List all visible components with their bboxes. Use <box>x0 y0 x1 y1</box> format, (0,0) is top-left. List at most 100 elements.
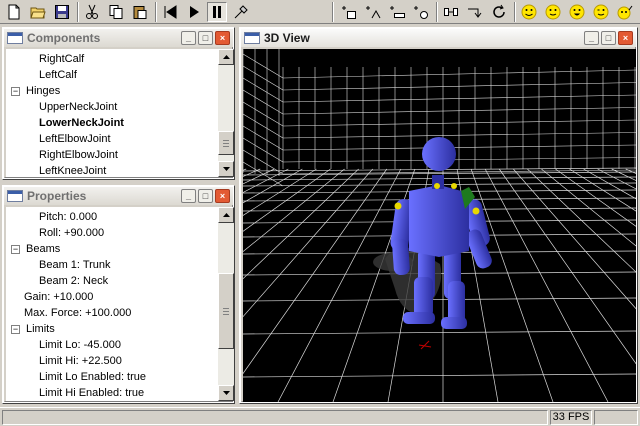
rewind-icon[interactable] <box>160 2 180 22</box>
components-tree[interactable]: RightCalf LeftCalf − Hinges UpperNeckJoint Lo… <box>6 49 218 177</box>
paste-icon[interactable] <box>130 2 150 22</box>
view3d-title-bar[interactable]: 3D View _ □ × <box>241 29 636 47</box>
grid-line <box>277 168 402 402</box>
3d-scene[interactable] <box>243 49 636 402</box>
grid-line <box>282 144 636 151</box>
grid-line <box>243 168 345 253</box>
tree-item-label: UpperNeckJoint <box>39 101 118 113</box>
open-folder-icon[interactable] <box>28 2 48 22</box>
wink-face-icon[interactable] <box>591 2 611 22</box>
robot-neck-joint <box>434 183 440 189</box>
properties-scrollbar[interactable] <box>218 207 234 401</box>
properties-title-bar[interactable]: Properties _ □ × <box>4 187 233 205</box>
properties-panel: Properties _ □ × Pitch: 0.000 Roll: +90.0… <box>2 185 235 404</box>
cut-icon[interactable] <box>82 2 102 22</box>
tree-item[interactable]: Limit Hi: +22.500 <box>6 353 218 369</box>
grid-line <box>282 119 636 127</box>
scroll-down-arrow-icon[interactable] <box>218 385 234 401</box>
grid-line <box>282 157 636 163</box>
grid-line <box>541 168 636 247</box>
close-button[interactable]: × <box>215 31 230 45</box>
tree-item-label: Pitch: 0.000 <box>39 211 98 223</box>
pause-icon[interactable] <box>207 2 227 22</box>
tree-item[interactable]: − Hinges <box>6 83 218 99</box>
grid-line <box>555 168 636 227</box>
tree-item[interactable]: Pitch: 0.000 <box>6 209 218 225</box>
tree-item[interactable]: Limit Hi Enabled: true <box>6 385 218 401</box>
scroll-thumb[interactable] <box>218 131 234 155</box>
tree-item-label: Limit Lo: -45.000 <box>39 339 121 351</box>
scroll-thumb[interactable] <box>218 273 234 349</box>
view3d-title: 3D View <box>264 31 310 45</box>
tree-item[interactable]: Beam 2: Neck <box>6 273 218 289</box>
robot-right-foot <box>441 317 467 329</box>
grid-line <box>569 168 636 212</box>
scroll-down-arrow-icon[interactable] <box>218 161 234 177</box>
grid-line <box>513 168 636 310</box>
tree-item[interactable]: Gain: +10.000 <box>6 289 218 305</box>
arrow-icon[interactable] <box>465 2 485 22</box>
tree-item[interactable]: RightElbowJoint <box>6 147 218 163</box>
tree-item[interactable]: − Beams <box>6 241 218 257</box>
robot-neck-joint <box>451 183 457 189</box>
collapse-icon[interactable]: − <box>11 325 20 334</box>
tree-item[interactable]: LowerNeckJoint <box>6 115 218 131</box>
tree-item-label: Beam 1: Trunk <box>39 259 111 271</box>
add-sensor-icon[interactable] <box>411 2 431 22</box>
minimize-button[interactable]: _ <box>584 31 599 45</box>
maximize-button[interactable]: □ <box>198 31 213 45</box>
minimize-button[interactable]: _ <box>181 189 196 203</box>
smile-face-icon[interactable] <box>543 2 563 22</box>
tree-item[interactable]: Beam 1: Trunk <box>6 257 218 273</box>
components-title-bar[interactable]: Components _ □ × <box>4 29 233 47</box>
3d-viewport[interactable] <box>243 49 636 402</box>
robot-shoulder-joint <box>472 207 480 215</box>
collapse-icon[interactable]: − <box>11 87 20 96</box>
tree-item[interactable]: RightCalf <box>6 51 218 67</box>
play-icon[interactable] <box>184 2 204 22</box>
new-file-icon[interactable] <box>4 2 24 22</box>
maximize-button[interactable]: □ <box>198 189 213 203</box>
tree-item[interactable]: Limit Lo: -45.000 <box>6 337 218 353</box>
tool-icon[interactable] <box>231 2 251 22</box>
close-button[interactable]: × <box>618 31 633 45</box>
tree-item[interactable]: UpperNeckJoint <box>6 99 218 115</box>
tree-item-label: LeftElbowJoint <box>39 133 111 145</box>
grid-line <box>243 89 284 115</box>
tree-item[interactable]: LeftCalf <box>6 67 218 83</box>
tree-item-label: Limit Hi: +22.500 <box>39 355 122 367</box>
connect-icon[interactable] <box>441 2 461 22</box>
add-body-icon[interactable] <box>339 2 359 22</box>
scroll-up-arrow-icon[interactable] <box>218 49 234 65</box>
point-face-icon[interactable] <box>615 2 635 22</box>
rotate-icon[interactable] <box>489 2 509 22</box>
grid-line <box>282 69 636 79</box>
close-button[interactable]: × <box>215 189 230 203</box>
maximize-button[interactable]: □ <box>601 31 616 45</box>
save-icon[interactable] <box>52 2 72 22</box>
properties-tree[interactable]: Pitch: 0.000 Roll: +90.000− Beams Beam 1: T… <box>6 207 218 401</box>
scroll-up-arrow-icon[interactable] <box>218 207 234 223</box>
components-panel: Components _ □ × RightCalf LeftCalf − Hinge… <box>2 27 235 180</box>
tree-item[interactable]: − Limits <box>6 321 218 337</box>
grid-line <box>243 168 303 204</box>
tree-item[interactable]: LeftKneeJoint <box>6 163 218 177</box>
grid-line <box>243 373 636 378</box>
tree-item[interactable]: Roll: +90.000 <box>6 225 218 241</box>
add-beam-icon[interactable] <box>387 2 407 22</box>
grid-line <box>282 107 636 115</box>
add-hinge-icon[interactable] <box>363 2 383 22</box>
happy-face-icon[interactable] <box>519 2 539 22</box>
grid-line <box>243 168 359 280</box>
tree-item-label: Hinges <box>26 85 61 97</box>
tree-item[interactable]: LeftElbowJoint <box>6 131 218 147</box>
tree-item-label: Gain: +10.000 <box>24 291 94 303</box>
grid-line <box>243 101 284 127</box>
collapse-icon[interactable]: − <box>11 245 20 254</box>
copy-icon[interactable] <box>106 2 126 22</box>
minimize-button[interactable]: _ <box>181 31 196 45</box>
grin-face-icon[interactable] <box>567 2 587 22</box>
tree-item[interactable]: Limit Lo Enabled: true <box>6 369 218 385</box>
tree-item[interactable]: Max. Force: +100.000 <box>6 305 218 321</box>
components-scrollbar[interactable] <box>218 49 234 177</box>
